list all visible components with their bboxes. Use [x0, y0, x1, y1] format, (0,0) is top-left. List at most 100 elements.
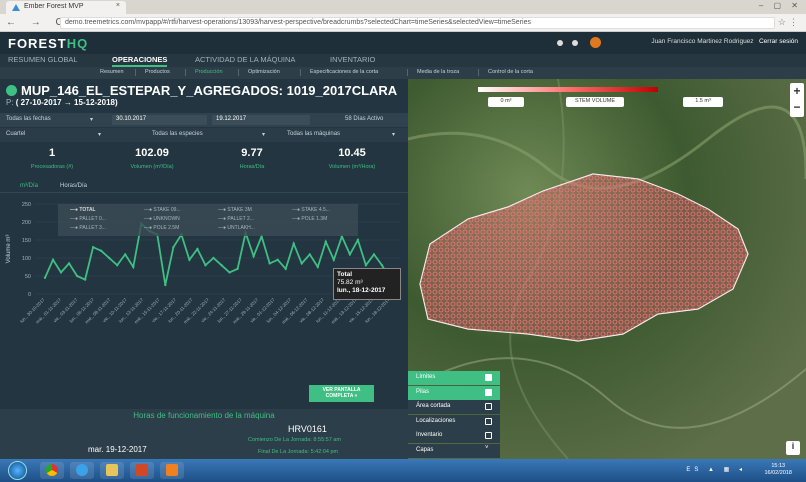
data-point[interactable] — [164, 283, 167, 287]
data-point[interactable] — [292, 242, 295, 245]
tab-operaciones[interactable]: OPERACIONES — [112, 55, 168, 67]
subnav-produccion[interactable]: Producción — [195, 69, 223, 75]
clock[interactable]: 15:13 16/02/2018 — [764, 463, 792, 477]
chevron-down-icon[interactable]: ˅ — [485, 445, 492, 452]
data-point[interactable] — [132, 265, 135, 269]
avatar[interactable] — [590, 37, 601, 48]
tab-actividad-maquina[interactable]: ACTIVIDAD DE LA MÁQUINA — [195, 55, 295, 64]
data-point[interactable] — [236, 267, 239, 270]
legend-item[interactable]: —● PALLET 2... — [218, 216, 254, 222]
notification-icon[interactable] — [557, 40, 563, 46]
data-point[interactable] — [356, 238, 360, 242]
legend-item[interactable]: —● STAKE 4.5... — [292, 207, 330, 213]
zoom-control[interactable]: + − — [790, 83, 804, 117]
data-point[interactable] — [188, 258, 191, 261]
logout-link[interactable]: Cerrar sesión — [759, 38, 798, 45]
start-button-icon[interactable] — [8, 461, 27, 480]
date-from-input[interactable]: 30.10.2017 — [112, 115, 207, 125]
data-point[interactable] — [316, 265, 319, 269]
legend-item[interactable]: —● PALLET 0... — [70, 216, 106, 222]
data-point[interactable] — [276, 258, 279, 261]
browser-menu-icon[interactable]: ⋮ — [789, 17, 798, 28]
data-point[interactable] — [51, 258, 55, 261]
window-controls[interactable]: ‒ ▢ ✕ — [759, 1, 802, 10]
checkbox-icon[interactable] — [485, 374, 492, 381]
settings-icon[interactable] — [572, 40, 578, 46]
legend-item[interactable]: —● STAKE 09... — [144, 207, 181, 213]
zoom-out-icon[interactable]: − — [790, 99, 804, 115]
data-point[interactable] — [268, 262, 271, 265]
legend-item[interactable]: —● PALLET 3... — [70, 225, 106, 231]
all-dates-select[interactable]: Todas las fechas — [6, 116, 51, 122]
data-point[interactable] — [83, 278, 87, 281]
data-point[interactable] — [91, 246, 95, 249]
layer-toggle[interactable]: Pilas — [408, 385, 500, 400]
tab-m3-dia[interactable]: m³/Día — [20, 183, 38, 189]
data-point[interactable] — [196, 247, 199, 251]
app-taskbar-icon[interactable] — [160, 462, 184, 479]
data-point[interactable] — [348, 253, 352, 256]
data-point[interactable] — [116, 264, 119, 267]
checkbox-icon[interactable] — [485, 417, 492, 425]
data-point[interactable] — [75, 274, 79, 278]
data-point[interactable] — [43, 276, 47, 279]
legend-item[interactable]: —● TOTAL — [70, 207, 96, 213]
legend-item[interactable]: —● POLE 2.5M — [144, 225, 179, 231]
machines-select[interactable]: Todas las máquinas — [287, 131, 340, 137]
data-point[interactable] — [372, 253, 376, 256]
chrome-taskbar-icon[interactable] — [40, 462, 64, 479]
layer-toggle[interactable]: Capas ˅ — [408, 444, 500, 458]
tab-inventario[interactable]: INVENTARIO — [330, 55, 375, 64]
layer-toggle[interactable]: Área cortada — [408, 400, 500, 415]
legend-item[interactable]: —● UNTLAKH... — [218, 225, 255, 231]
full-screen-button[interactable]: VER PANTALLA COMPLETA » — [309, 385, 374, 402]
subnav-media-troza[interactable]: Media de la troza — [417, 69, 459, 75]
data-point[interactable] — [59, 271, 63, 274]
data-point[interactable] — [308, 253, 311, 256]
bookmark-star-icon[interactable]: ☆ — [778, 17, 786, 28]
layer-toggle[interactable]: Inventario — [408, 429, 500, 444]
data-point[interactable] — [107, 256, 111, 260]
subnav-resumen[interactable]: Resumen — [100, 69, 124, 75]
checkbox-icon[interactable] — [485, 403, 492, 411]
data-point[interactable] — [220, 264, 223, 267]
subnav-optimizacion[interactable]: Optimización — [248, 69, 280, 75]
data-point[interactable] — [284, 267, 287, 270]
tab-horas-dia[interactable]: Horas/Día — [60, 183, 87, 189]
url-input[interactable]: demo.treemetrics.com/mvpapp/#/rtfi/harve… — [60, 17, 775, 29]
legend-item[interactable]: —● POLE 1.3M — [292, 216, 327, 222]
data-point[interactable] — [252, 255, 255, 258]
cuartel-select[interactable]: Cuartel — [6, 131, 25, 137]
checkbox-icon[interactable] — [485, 432, 492, 440]
subnav-especificaciones[interactable]: Especificaciones de la corta — [310, 69, 378, 75]
legend-item[interactable]: —● UNKNOWN — [144, 216, 180, 222]
data-point[interactable] — [172, 246, 175, 249]
explorer-taskbar-icon[interactable] — [100, 462, 124, 479]
info-icon[interactable]: i — [786, 441, 800, 455]
ie-taskbar-icon[interactable] — [70, 462, 94, 479]
data-point[interactable] — [364, 264, 368, 267]
close-tab-icon[interactable]: × — [116, 2, 120, 9]
powerpoint-taskbar-icon[interactable] — [130, 462, 154, 479]
subnav-control-corta[interactable]: Control de la corta — [488, 69, 533, 75]
forest-hq-logo[interactable]: FORESTHQ — [8, 36, 88, 51]
layer-toggle[interactable]: Localizaciones — [408, 414, 500, 429]
data-point[interactable] — [212, 256, 215, 260]
data-point[interactable] — [228, 271, 231, 274]
data-point[interactable] — [204, 264, 207, 267]
data-point[interactable] — [99, 249, 103, 252]
date-to-input[interactable]: 19.12.2017 — [212, 115, 310, 125]
data-point[interactable] — [124, 253, 127, 256]
tab-resumen-global[interactable]: RESUMEN GLOBAL — [8, 55, 78, 64]
zoom-in-icon[interactable]: + — [790, 83, 804, 99]
satellite-map[interactable]: 0 m³ STEM VOLUME 1.5 m³ + − Límites Pilas… — [408, 79, 806, 459]
data-point[interactable] — [324, 240, 328, 243]
legend-item[interactable]: —● STAKE 3M — [218, 207, 252, 213]
data-point[interactable] — [380, 264, 384, 267]
data-point[interactable] — [67, 262, 71, 265]
system-tray[interactable]: ES ▲ ▦ ◂ — [686, 466, 746, 473]
layer-toggle[interactable]: Límites — [408, 371, 500, 385]
species-select[interactable]: Todas las especies — [152, 131, 203, 137]
checkbox-icon[interactable] — [485, 388, 492, 396]
data-point[interactable] — [332, 258, 336, 261]
